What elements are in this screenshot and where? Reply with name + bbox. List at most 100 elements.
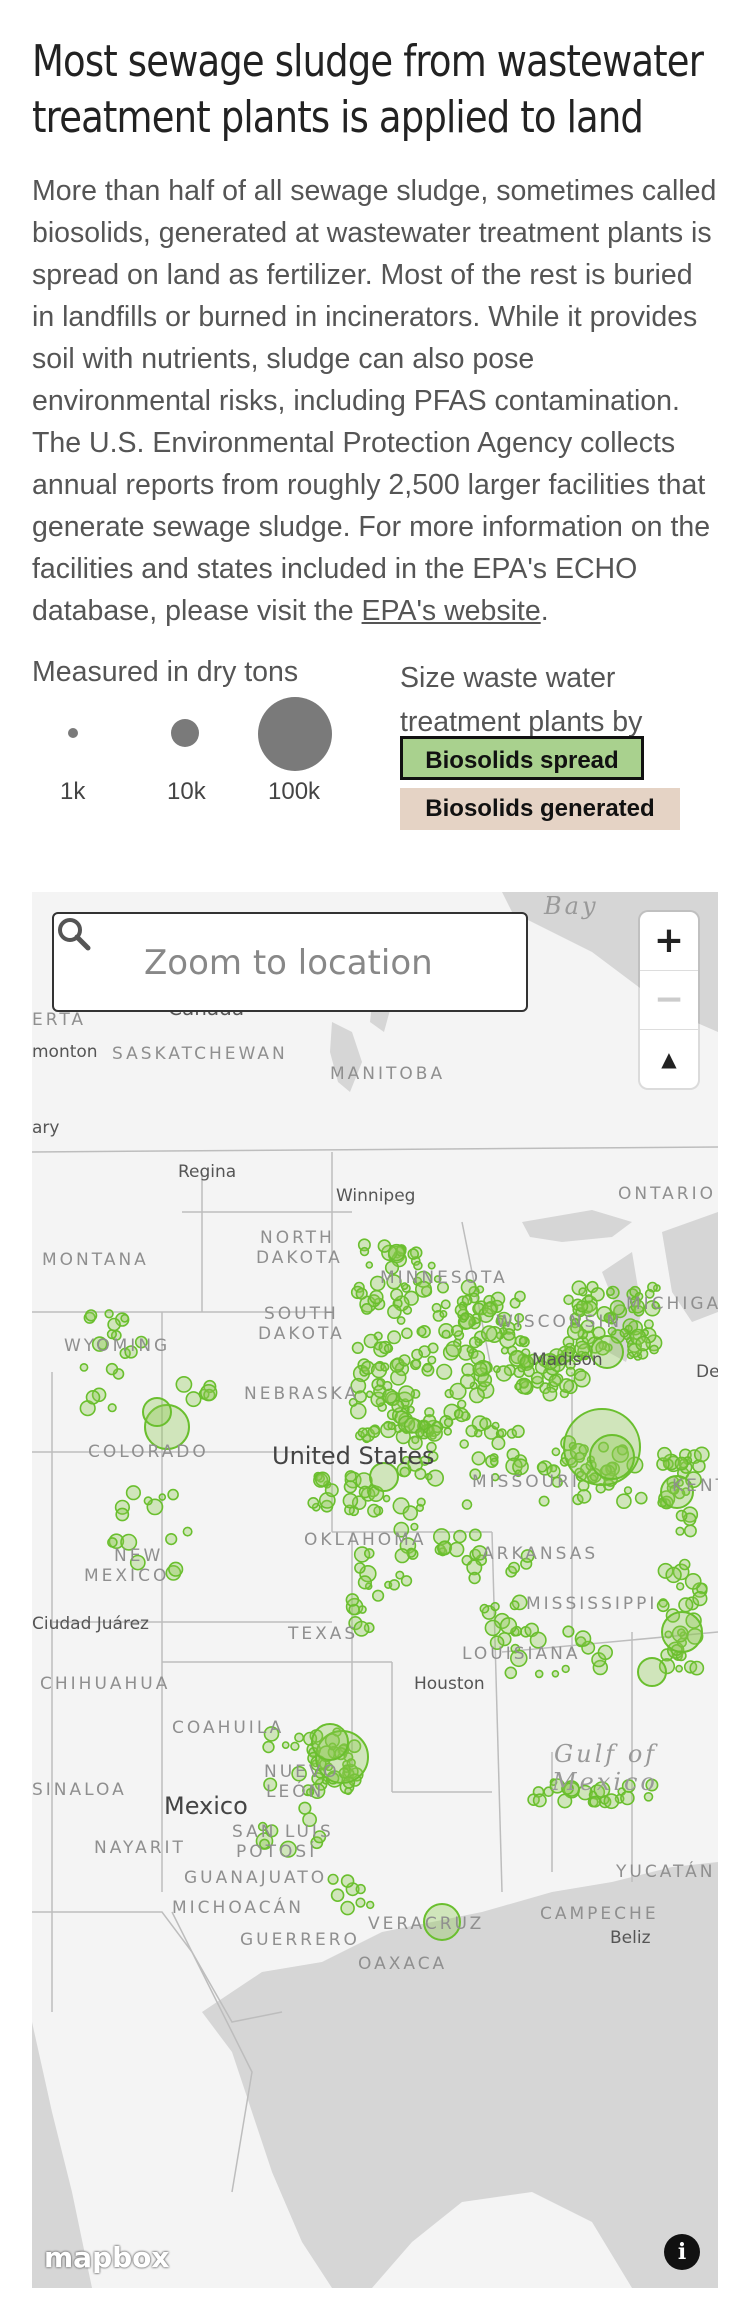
facility-marker[interactable] xyxy=(354,1562,366,1574)
facility-marker[interactable] xyxy=(514,1382,522,1391)
facility-marker[interactable] xyxy=(344,1787,353,1796)
facility-marker[interactable] xyxy=(143,1496,153,1506)
facility-marker[interactable] xyxy=(484,1619,502,1637)
facility-marker[interactable] xyxy=(359,1246,370,1257)
facility-marker[interactable] xyxy=(561,1664,570,1674)
facility-marker[interactable] xyxy=(182,1526,193,1537)
facility-marker[interactable] xyxy=(382,1494,391,1503)
facility-marker[interactable] xyxy=(200,1384,218,1402)
facility-marker[interactable] xyxy=(355,1883,366,1895)
facility-marker[interactable] xyxy=(491,1421,500,1430)
facility-marker[interactable] xyxy=(120,1313,130,1323)
facility-marker[interactable] xyxy=(390,1288,404,1302)
facility-marker[interactable] xyxy=(490,1601,500,1612)
facility-marker[interactable] xyxy=(340,1874,355,1888)
facility-marker[interactable] xyxy=(692,1590,708,1607)
facility-marker[interactable] xyxy=(468,1528,482,1542)
facility-marker[interactable] xyxy=(125,1485,141,1501)
zoom-in-button[interactable]: + xyxy=(640,912,698,971)
facility-marker[interactable] xyxy=(436,1540,452,1556)
facility-marker[interactable] xyxy=(415,1427,425,1438)
facility-marker[interactable] xyxy=(551,1447,561,1457)
facility-marker[interactable] xyxy=(369,1289,384,1305)
facility-marker[interactable] xyxy=(406,1405,415,1414)
facility-marker[interactable] xyxy=(355,1287,368,1300)
facility-marker[interactable] xyxy=(459,1373,476,1390)
facility-marker[interactable] xyxy=(344,1470,357,1483)
facility-marker[interactable] xyxy=(365,1390,374,1399)
facility-marker[interactable] xyxy=(85,1389,101,1405)
facility-marker[interactable] xyxy=(104,1309,114,1319)
facility-marker[interactable] xyxy=(407,1248,420,1260)
facility-marker[interactable] xyxy=(387,1243,406,1262)
facility-marker[interactable] xyxy=(492,1365,501,1374)
toggle-biosolids-generated[interactable]: Biosolids generated xyxy=(400,788,680,830)
facility-marker[interactable] xyxy=(424,1472,433,1481)
facility-marker[interactable] xyxy=(398,1354,411,1367)
facility-marker[interactable] xyxy=(439,1309,448,1318)
facility-marker[interactable] xyxy=(606,1287,615,1297)
facility-marker[interactable] xyxy=(372,1589,385,1602)
facility-marker[interactable] xyxy=(443,1427,452,1436)
facility-marker-large[interactable] xyxy=(142,1397,172,1427)
facility-marker[interactable] xyxy=(548,1374,562,1388)
facility-marker[interactable] xyxy=(185,1391,202,1408)
facility-marker[interactable] xyxy=(402,1505,418,1521)
facility-marker[interactable] xyxy=(684,1573,702,1590)
facility-marker[interactable] xyxy=(427,1355,437,1365)
facility-marker[interactable] xyxy=(518,1336,528,1346)
facility-marker[interactable] xyxy=(656,1599,670,1613)
facility-marker[interactable] xyxy=(175,1375,193,1393)
facility-marker[interactable] xyxy=(590,1287,605,1302)
facility-marker[interactable] xyxy=(499,1617,518,1635)
facility-marker[interactable] xyxy=(643,1319,654,1330)
facility-marker[interactable] xyxy=(105,1362,119,1376)
facility-marker[interactable] xyxy=(563,1294,574,1306)
info-icon[interactable]: i xyxy=(664,2234,700,2270)
facility-marker[interactable] xyxy=(443,1417,454,1428)
facility-marker[interactable] xyxy=(342,1492,359,1509)
facility-marker[interactable] xyxy=(468,1387,485,1404)
facility-marker[interactable] xyxy=(307,1497,320,1509)
facility-marker[interactable] xyxy=(422,1362,433,1373)
facility-marker[interactable] xyxy=(290,1741,300,1751)
facility-marker[interactable] xyxy=(675,1509,688,1522)
facility-marker[interactable] xyxy=(327,1873,339,1885)
facility-marker[interactable] xyxy=(262,1740,275,1754)
facility-marker[interactable] xyxy=(294,1732,305,1743)
search-input[interactable] xyxy=(142,932,506,994)
facility-marker[interactable] xyxy=(314,1471,331,1487)
facility-marker[interactable] xyxy=(589,1795,602,1808)
facility-marker[interactable] xyxy=(532,1793,547,1808)
facility-marker[interactable] xyxy=(340,1900,355,1916)
facility-marker[interactable] xyxy=(509,1600,520,1611)
facility-marker[interactable] xyxy=(479,1603,490,1614)
facility-marker[interactable] xyxy=(416,1326,427,1337)
facility-marker[interactable] xyxy=(578,1287,588,1297)
compass-button[interactable]: ▲ xyxy=(640,1030,698,1088)
facility-marker[interactable] xyxy=(360,1302,373,1315)
facility-marker[interactable] xyxy=(158,1493,167,1501)
facility-marker[interactable] xyxy=(324,1483,339,1498)
facility-marker[interactable] xyxy=(504,1666,518,1680)
facility-marker[interactable] xyxy=(397,1385,415,1403)
facility-marker[interactable] xyxy=(357,1575,373,1590)
facility-marker[interactable] xyxy=(367,1425,381,1439)
facility-marker[interactable] xyxy=(678,1597,694,1613)
facility-marker[interactable] xyxy=(616,1493,632,1510)
facility-marker[interactable] xyxy=(357,1427,368,1438)
facility-marker[interactable] xyxy=(387,1330,402,1345)
facility-marker[interactable] xyxy=(445,1340,462,1358)
facility-marker[interactable] xyxy=(453,1529,467,1544)
facility-marker[interactable] xyxy=(562,1625,575,1638)
facility-marker[interactable] xyxy=(693,1446,710,1463)
map[interactable]: Bay Canada ERTA monton SASKATCHEWAN MANI… xyxy=(32,892,718,2288)
facility-marker[interactable] xyxy=(514,1290,526,1303)
facility-marker[interactable] xyxy=(457,1399,467,1409)
facility-marker[interactable] xyxy=(497,1428,507,1438)
facility-marker[interactable] xyxy=(414,1467,427,1480)
facility-marker[interactable] xyxy=(363,1548,375,1559)
facility-marker[interactable] xyxy=(468,1571,481,1585)
facility-marker[interactable] xyxy=(459,1439,470,1449)
facility-marker-large[interactable] xyxy=(589,1434,635,1480)
